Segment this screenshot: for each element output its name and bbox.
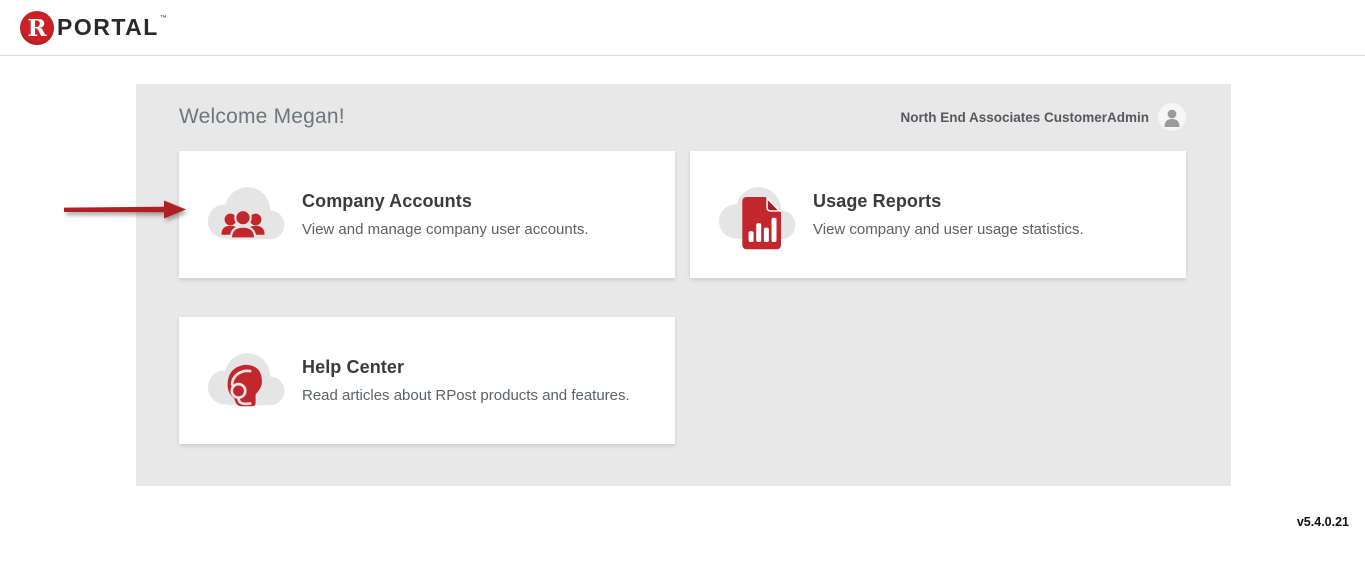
logo-r-icon: R: [20, 11, 54, 45]
usage-reports-card[interactable]: Usage Reports View company and user usag…: [690, 151, 1186, 278]
card-title: Usage Reports: [813, 191, 1084, 212]
company-accounts-card[interactable]: Company Accounts View and manage company…: [179, 151, 675, 278]
report-chart-cloud-icon: [708, 179, 800, 251]
rportal-logo[interactable]: R PORTAL ™: [20, 11, 167, 45]
card-description: View and manage company user accounts.: [302, 221, 589, 238]
headset-support-cloud-icon: [197, 345, 289, 417]
welcome-heading: Welcome Megan!: [179, 105, 345, 129]
card-text: Company Accounts View and manage company…: [302, 191, 589, 238]
user-avatar-icon[interactable]: [1158, 103, 1186, 131]
help-center-card[interactable]: Help Center Read articles about RPost pr…: [179, 317, 675, 444]
app-version: v5.4.0.21: [1297, 515, 1349, 529]
card-text: Help Center Read articles about RPost pr…: [302, 357, 630, 404]
person-icon: [1160, 105, 1184, 129]
user-account-name: North End Associates CustomerAdmin: [900, 110, 1149, 125]
users-cloud-icon: [197, 179, 289, 251]
card-title: Company Accounts: [302, 191, 589, 212]
card-description: Read articles about RPost products and f…: [302, 387, 630, 404]
logo-text: PORTAL: [57, 16, 159, 39]
card-title: Help Center: [302, 357, 630, 378]
annotation-arrow-icon: [61, 196, 189, 224]
app-header: R PORTAL ™: [0, 0, 1365, 56]
logo-trademark: ™: [160, 15, 167, 22]
page: R PORTAL ™ Welcome Megan! North End Asso…: [0, 0, 1365, 585]
user-info[interactable]: North End Associates CustomerAdmin: [900, 103, 1186, 131]
card-text: Usage Reports View company and user usag…: [813, 191, 1084, 238]
card-description: View company and user usage statistics.: [813, 221, 1084, 238]
dashboard-panel: Welcome Megan! North End Associates Cust…: [136, 84, 1231, 486]
